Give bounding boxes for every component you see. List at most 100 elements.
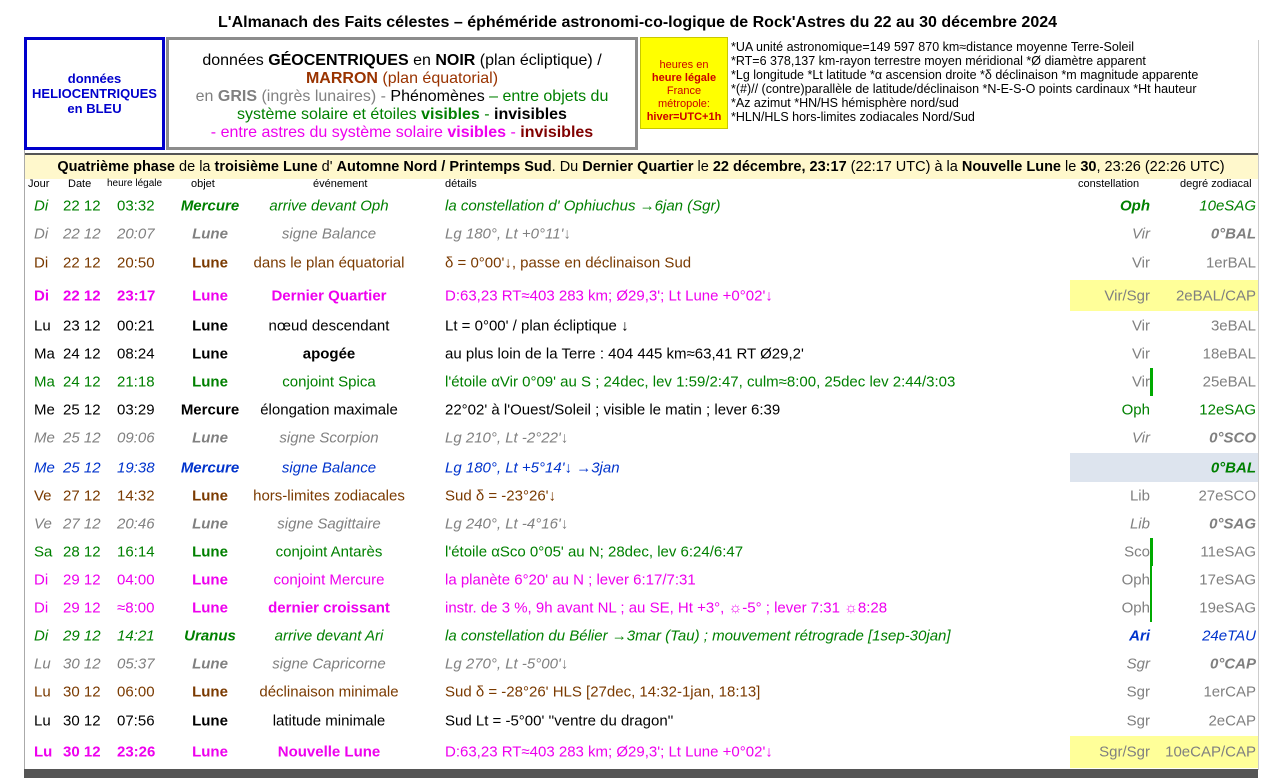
cell-heure: 14:21 — [117, 627, 155, 645]
geo-text: (ingrès lunaires) - — [257, 88, 391, 105]
cell-degre: 10eSAG — [1199, 197, 1256, 215]
cell-heure: 16:14 — [117, 543, 155, 561]
header-jour: Jour — [28, 178, 50, 190]
cell-details: Sud Lt = -5°00' ''ventre du dragon'' — [445, 712, 674, 729]
cell-constellation: Vir — [1131, 373, 1150, 391]
phase-text: de la — [175, 159, 215, 175]
cell-evenement: Dernier Quartier — [271, 287, 387, 304]
cell-degre: 11eSAG — [1200, 543, 1256, 561]
cell-jour: Ma — [34, 373, 55, 391]
cell-heure: 23:26 — [117, 743, 156, 761]
geocentric-legend-box: données GÉOCENTRIQUES en NOIR (plan écli… — [166, 37, 638, 150]
cell-evenement: arrive devant Oph — [229, 198, 429, 215]
cell-degre: 0°CAP — [1209, 655, 1256, 673]
cell-constellation: Lib — [1129, 515, 1150, 533]
cell-details: Lg 240°, Lt -4°16'↓ — [445, 515, 569, 533]
cell-heure: 14:32 — [117, 487, 155, 505]
phase-banner: Quatrième phase de la troisième Lune d' … — [24, 153, 1258, 179]
table-row: Di 29 12 14:21 Uranus arrive devant Ari … — [0, 622, 1275, 650]
cell-details: Lg 210°, Lt -2°22'↓ — [445, 429, 569, 447]
cell-date: 29 12 — [63, 571, 101, 589]
cell-jour: Ma — [34, 345, 55, 363]
cell-constellation: Sgr — [1126, 683, 1150, 701]
geo-text: système solaire et étoiles — [237, 106, 422, 123]
cell-heure: ≈8:00 — [117, 599, 155, 617]
hours-line: hiver=UTC+1h — [646, 111, 722, 123]
phase-text: Dernier Quartier — [582, 159, 694, 175]
phase-text: 30 — [1080, 159, 1097, 175]
cell-evenement: signe Scorpion — [279, 429, 379, 447]
hours-line: heures en — [659, 59, 709, 71]
cell-degre: 18eBAL — [1202, 345, 1256, 363]
cell-evenement: conjoint Antarès — [275, 543, 383, 561]
cell-evenement: dans le plan équatorial — [253, 254, 405, 272]
cell-date: 25 12 — [63, 429, 101, 447]
geo-text: en — [408, 52, 436, 69]
cell-degre: 27eSCO — [1198, 487, 1256, 505]
cell-date: 24 12 — [63, 373, 101, 391]
geo-text: (plan écliptique) / — [475, 52, 602, 69]
header-objet: objet — [191, 178, 215, 190]
cell-jour: Di — [34, 197, 49, 215]
cell-degre: 10eCAP/CAP — [1165, 743, 1256, 761]
geo-text: (plan équatorial) — [377, 70, 499, 87]
cell-degre: 2eBAL/CAP — [1175, 287, 1256, 304]
cell-details: D:63,23 RT≈403 283 km; Ø29,3'; Lt Lune +… — [445, 743, 773, 761]
abbreviations-notes: *UA unité astronomique=149 597 870 km≈di… — [731, 40, 1271, 124]
table-row: Sa 28 12 16:14 Lune conjoint Antarès l'é… — [0, 538, 1275, 566]
table-row: Lu 30 12 07:56 Lune latitude minimale Su… — [0, 706, 1275, 735]
cell-jour: Lu — [34, 683, 51, 701]
phase-text: Nouvelle Lune — [961, 159, 1061, 175]
cell-constellation: Vir — [1131, 225, 1150, 243]
cell-date: 29 12 — [63, 599, 101, 617]
hours-line: heure légale — [651, 72, 717, 84]
cell-degre: 1erCAP — [1203, 683, 1256, 701]
hours-line: France — [666, 85, 702, 97]
cell-date: 24 12 — [63, 345, 101, 363]
table-row: Me 25 12 03:29 Mercure élongation maxima… — [0, 396, 1275, 424]
hours-line: métropole: — [658, 98, 710, 110]
geo-text: données — [202, 52, 269, 69]
cell-evenement: apogée — [302, 345, 356, 363]
cell-constellation: Vir/Sgr — [1104, 287, 1150, 304]
helio-line-3: en BLEU — [67, 101, 122, 116]
cell-heure: 03:32 — [117, 197, 155, 215]
cell-jour: Di — [34, 287, 49, 304]
cell-heure: 20:50 — [117, 254, 155, 272]
cell-constellation: Sco — [1124, 543, 1150, 561]
cell-heure: 20:07 — [117, 225, 155, 243]
phase-text: Automne Nord / Printemps Sud — [336, 159, 552, 175]
cell-details: D:63,23 RT≈403 283 km; Ø29,3'; Lt Lune +… — [445, 287, 773, 304]
cell-details: 22°02' à l'Ouest/Soleil ; visible le mat… — [445, 401, 781, 419]
cell-heure: 05:37 — [117, 655, 155, 673]
cell-constellation: Oph — [1121, 401, 1150, 419]
cell-date: 30 12 — [63, 743, 101, 761]
cell-degre: 2eCAP — [1208, 712, 1256, 729]
cell-jour: Lu — [34, 712, 51, 729]
cell-constellation: Oph — [1121, 599, 1150, 617]
geo-text: MARRON — [305, 70, 378, 87]
note-line: *Lg longitude *Lt latitude *α ascension … — [731, 68, 1199, 82]
cell-constellation: Ari — [1129, 627, 1150, 645]
helio-line-2: HELIOCENTRIQUES — [32, 86, 157, 101]
cell-evenement: arrive devant Ari — [274, 627, 384, 645]
geo-text: en — [195, 88, 218, 105]
page-title: L'Almanach des Faits célestes – éphéméri… — [217, 14, 1058, 31]
cell-date: 25 12 — [63, 459, 101, 476]
geo-text: visibles — [447, 124, 507, 141]
cell-date: 30 12 — [63, 683, 101, 701]
cell-date: 22 12 — [63, 197, 101, 215]
table-row: Di 22 12 03:32 Mercure arrive devant Oph… — [0, 192, 1275, 220]
cell-degre: 0°SCO — [1209, 429, 1256, 447]
geo-text: GRIS — [217, 88, 258, 105]
heliocentric-legend-box: données HELIOCENTRIQUES en BLEU — [24, 37, 165, 150]
cell-details: Lg 180°, Lt +0°11'↓ — [445, 225, 571, 243]
cell-constellation: Sgr — [1126, 655, 1150, 673]
cell-details: instr. de 3 %, 9h avant NL ; au SE, Ht +… — [445, 599, 888, 617]
note-line: *(#)// (contre)parallèle de latitude/déc… — [731, 82, 1197, 96]
table-row: Ma 24 12 21:18 Lune conjoint Spica l'éto… — [0, 368, 1275, 396]
cell-constellation: Vir — [1131, 345, 1150, 363]
header-degre: degré zodiacal — [1180, 178, 1252, 190]
cell-date: 29 12 — [63, 627, 101, 645]
cell-constellation: Vir — [1131, 429, 1150, 447]
